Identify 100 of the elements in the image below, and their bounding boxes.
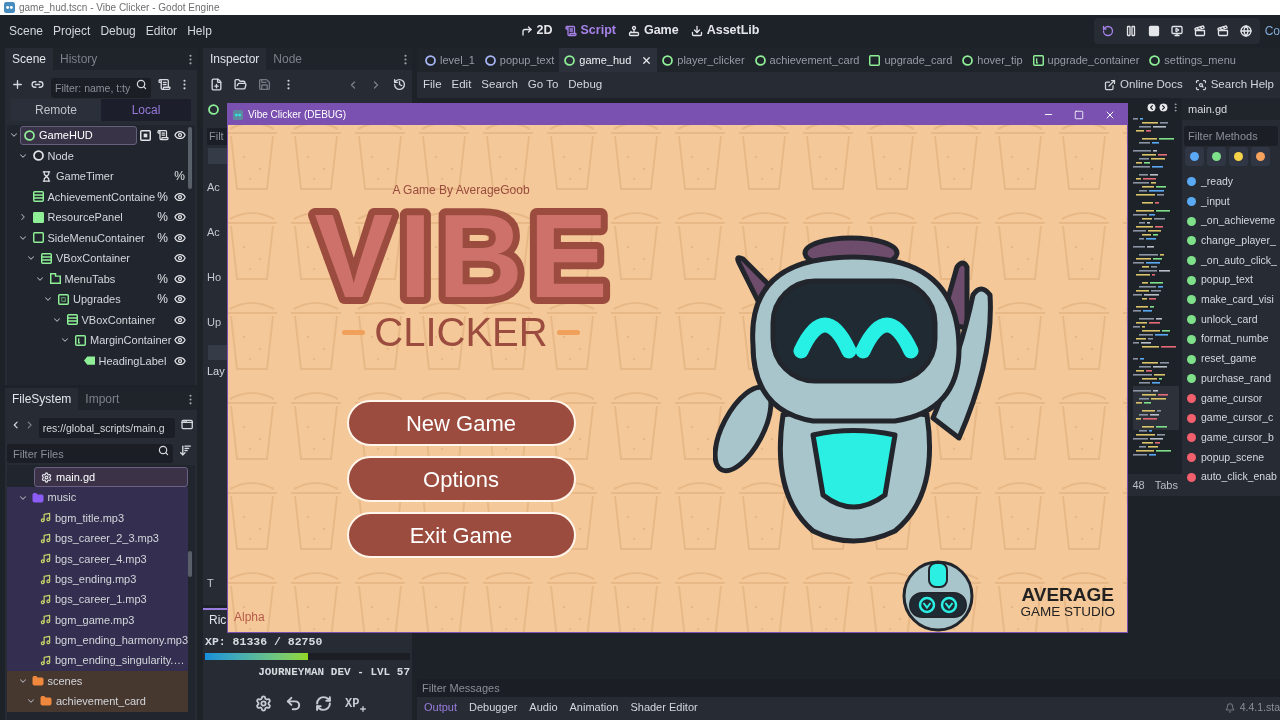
scene-tree-item[interactable]: AchievementContaine — [28, 187, 154, 207]
scene-tree-item[interactable]: SideMenuContainer — [28, 228, 154, 248]
unique-name-mark[interactable]: % — [174, 170, 185, 183]
method-filter-toggle[interactable] — [1229, 147, 1248, 166]
eye-icon[interactable] — [173, 272, 186, 285]
eye-icon[interactable] — [173, 252, 186, 265]
open-file-tab[interactable]: game_hud — [559, 48, 658, 72]
dock-tab[interactable]: Ric — [203, 608, 228, 630]
scroll-icon[interactable] — [156, 129, 169, 142]
open-file-tab[interactable]: achievement_card — [749, 48, 865, 72]
unique-name-mark[interactable]: % — [157, 211, 168, 224]
open-file-tab[interactable]: popup_text — [479, 48, 560, 72]
pause-icon[interactable] — [1124, 24, 1137, 37]
history-icon[interactable] — [393, 78, 406, 91]
menu-item[interactable]: Scene — [4, 18, 49, 43]
file-tree-item[interactable]: bgm_ending_harmony.mp3 — [7, 630, 188, 651]
filter-field[interactable]: Filt — [207, 127, 227, 145]
method-item[interactable]: auto_click_enab — [1182, 467, 1280, 487]
method-item[interactable]: reset_game — [1182, 349, 1280, 369]
scene-tree-item[interactable]: GameTimer — [37, 166, 171, 186]
undo-arrow-icon[interactable] — [285, 695, 302, 712]
file-tree-item[interactable]: bgm_game.mp3 — [7, 609, 188, 631]
refresh-icon[interactable] — [315, 695, 332, 712]
dock-tab[interactable]: History — [53, 48, 105, 70]
dock-tab[interactable]: Inspector — [203, 48, 267, 70]
bottom-panel-tab[interactable]: Shader Editor — [624, 699, 704, 716]
mode-toggle[interactable]: Remote — [11, 99, 101, 121]
add-xp-button[interactable]: XP — [345, 697, 368, 710]
scene-tree-item[interactable]: Node — [28, 146, 188, 166]
scene-tree-item[interactable]: Upgrades — [54, 289, 154, 309]
unique-name-mark[interactable]: % — [157, 231, 168, 244]
window-layout-icon[interactable] — [180, 418, 193, 431]
workspace-tab[interactable]: AssetLib — [690, 21, 760, 40]
bottom-panel-tab[interactable]: Animation — [563, 699, 625, 716]
renderer-selector[interactable]: Co — [1264, 21, 1280, 40]
method-filter-toggle[interactable] — [1251, 147, 1270, 166]
path-field[interactable]: res://global_scripts/main.g — [38, 417, 175, 438]
stop-icon[interactable] — [1147, 24, 1160, 37]
menu-item[interactable]: Debug — [563, 76, 608, 94]
game-menu-button[interactable]: Exit Game — [346, 512, 576, 558]
mode-toggle[interactable]: Local — [101, 99, 191, 121]
menu-item[interactable]: Search — [476, 76, 523, 94]
scene-tree-item[interactable]: VBoxContainer — [37, 248, 171, 268]
method-item[interactable]: change_player_ — [1182, 231, 1280, 251]
open-file-tab[interactable]: upgrade_container — [1027, 48, 1145, 72]
workspace-tab[interactable]: Script — [564, 21, 616, 40]
scene-tree-item[interactable]: MenuTabs — [45, 269, 154, 289]
menu-item[interactable]: Go To — [522, 76, 564, 94]
scroll-icon[interactable] — [158, 78, 171, 91]
scene-tree-item[interactable]: GameHUD — [20, 125, 137, 145]
method-item[interactable]: game_cursor — [1182, 388, 1280, 409]
method-item[interactable]: _input — [1182, 191, 1280, 212]
unique-name-mark[interactable]: % — [157, 190, 168, 203]
dock-tab[interactable]: Import — [78, 388, 127, 410]
open-file-tab[interactable]: settings_menu — [1144, 48, 1241, 72]
rotate-arrow-icon[interactable] — [1101, 24, 1114, 37]
eye-icon[interactable] — [173, 334, 186, 347]
monitor-icon[interactable] — [1170, 24, 1183, 37]
game-menu-button[interactable]: New Game — [346, 400, 576, 446]
file-tree-item[interactable]: bgs_career_2_3.mp3 — [7, 528, 188, 549]
script-name-field[interactable]: main.gd — [1182, 98, 1280, 120]
method-item[interactable]: popup_scene — [1182, 447, 1280, 468]
eye-icon[interactable] — [173, 293, 186, 306]
scrollbar-thumb[interactable] — [188, 551, 192, 577]
new-file-icon[interactable] — [210, 78, 223, 91]
method-item[interactable]: unlock_card — [1182, 309, 1280, 330]
eye-icon[interactable] — [173, 190, 186, 203]
bottom-panel-tab[interactable]: Audio — [523, 699, 564, 716]
save-icon[interactable] — [258, 78, 271, 91]
file-tree-item[interactable]: music — [7, 487, 188, 508]
method-item[interactable]: popup_text — [1182, 270, 1280, 291]
file-tree-item[interactable]: bgs_career_1.mp3 — [7, 589, 188, 610]
eye-icon[interactable] — [173, 354, 186, 367]
file-tree-item[interactable]: bgs_ending.mp3 — [7, 568, 188, 590]
method-filter-toggle[interactable] — [1185, 147, 1204, 166]
add-icon[interactable] — [11, 78, 24, 91]
method-item[interactable]: make_card_visi — [1182, 290, 1280, 310]
scene-tree-item[interactable]: HeadingLabel — [79, 351, 171, 371]
filter-field[interactable]: Filter Methods — [1184, 126, 1278, 146]
scene-tree-item[interactable]: ResourcePanel — [28, 207, 154, 227]
file-tree-item[interactable]: bgm_title.mp3 — [7, 507, 188, 529]
menu-item[interactable]: Debug — [95, 18, 141, 43]
help-link[interactable]: Online Docs — [1104, 76, 1183, 94]
settings-icon[interactable] — [255, 695, 272, 712]
menu-item[interactable]: Help — [182, 18, 217, 43]
method-filter-toggle[interactable] — [1207, 147, 1226, 166]
method-item[interactable]: purchase_rand — [1182, 368, 1280, 389]
link-icon[interactable] — [31, 78, 44, 91]
menu-item[interactable]: File — [418, 76, 447, 94]
file-tree-item[interactable]: main.gd — [34, 467, 188, 488]
method-item[interactable]: format_numbe — [1182, 329, 1280, 350]
method-item[interactable]: game_cursor_c — [1182, 408, 1280, 428]
open-folder-icon[interactable] — [234, 78, 247, 91]
clapperboard-icon[interactable] — [1193, 24, 1206, 37]
unique-name-mark[interactable]: % — [157, 272, 168, 285]
method-item[interactable]: _on_auto_click_ — [1182, 250, 1280, 271]
bottom-panel-tab[interactable]: Debugger — [463, 699, 524, 716]
filter-field[interactable]: Filter: name, t:ty — [51, 77, 151, 98]
file-tree-item[interactable]: scenes — [7, 670, 188, 692]
dock-tab[interactable]: FileSystem — [5, 388, 79, 410]
